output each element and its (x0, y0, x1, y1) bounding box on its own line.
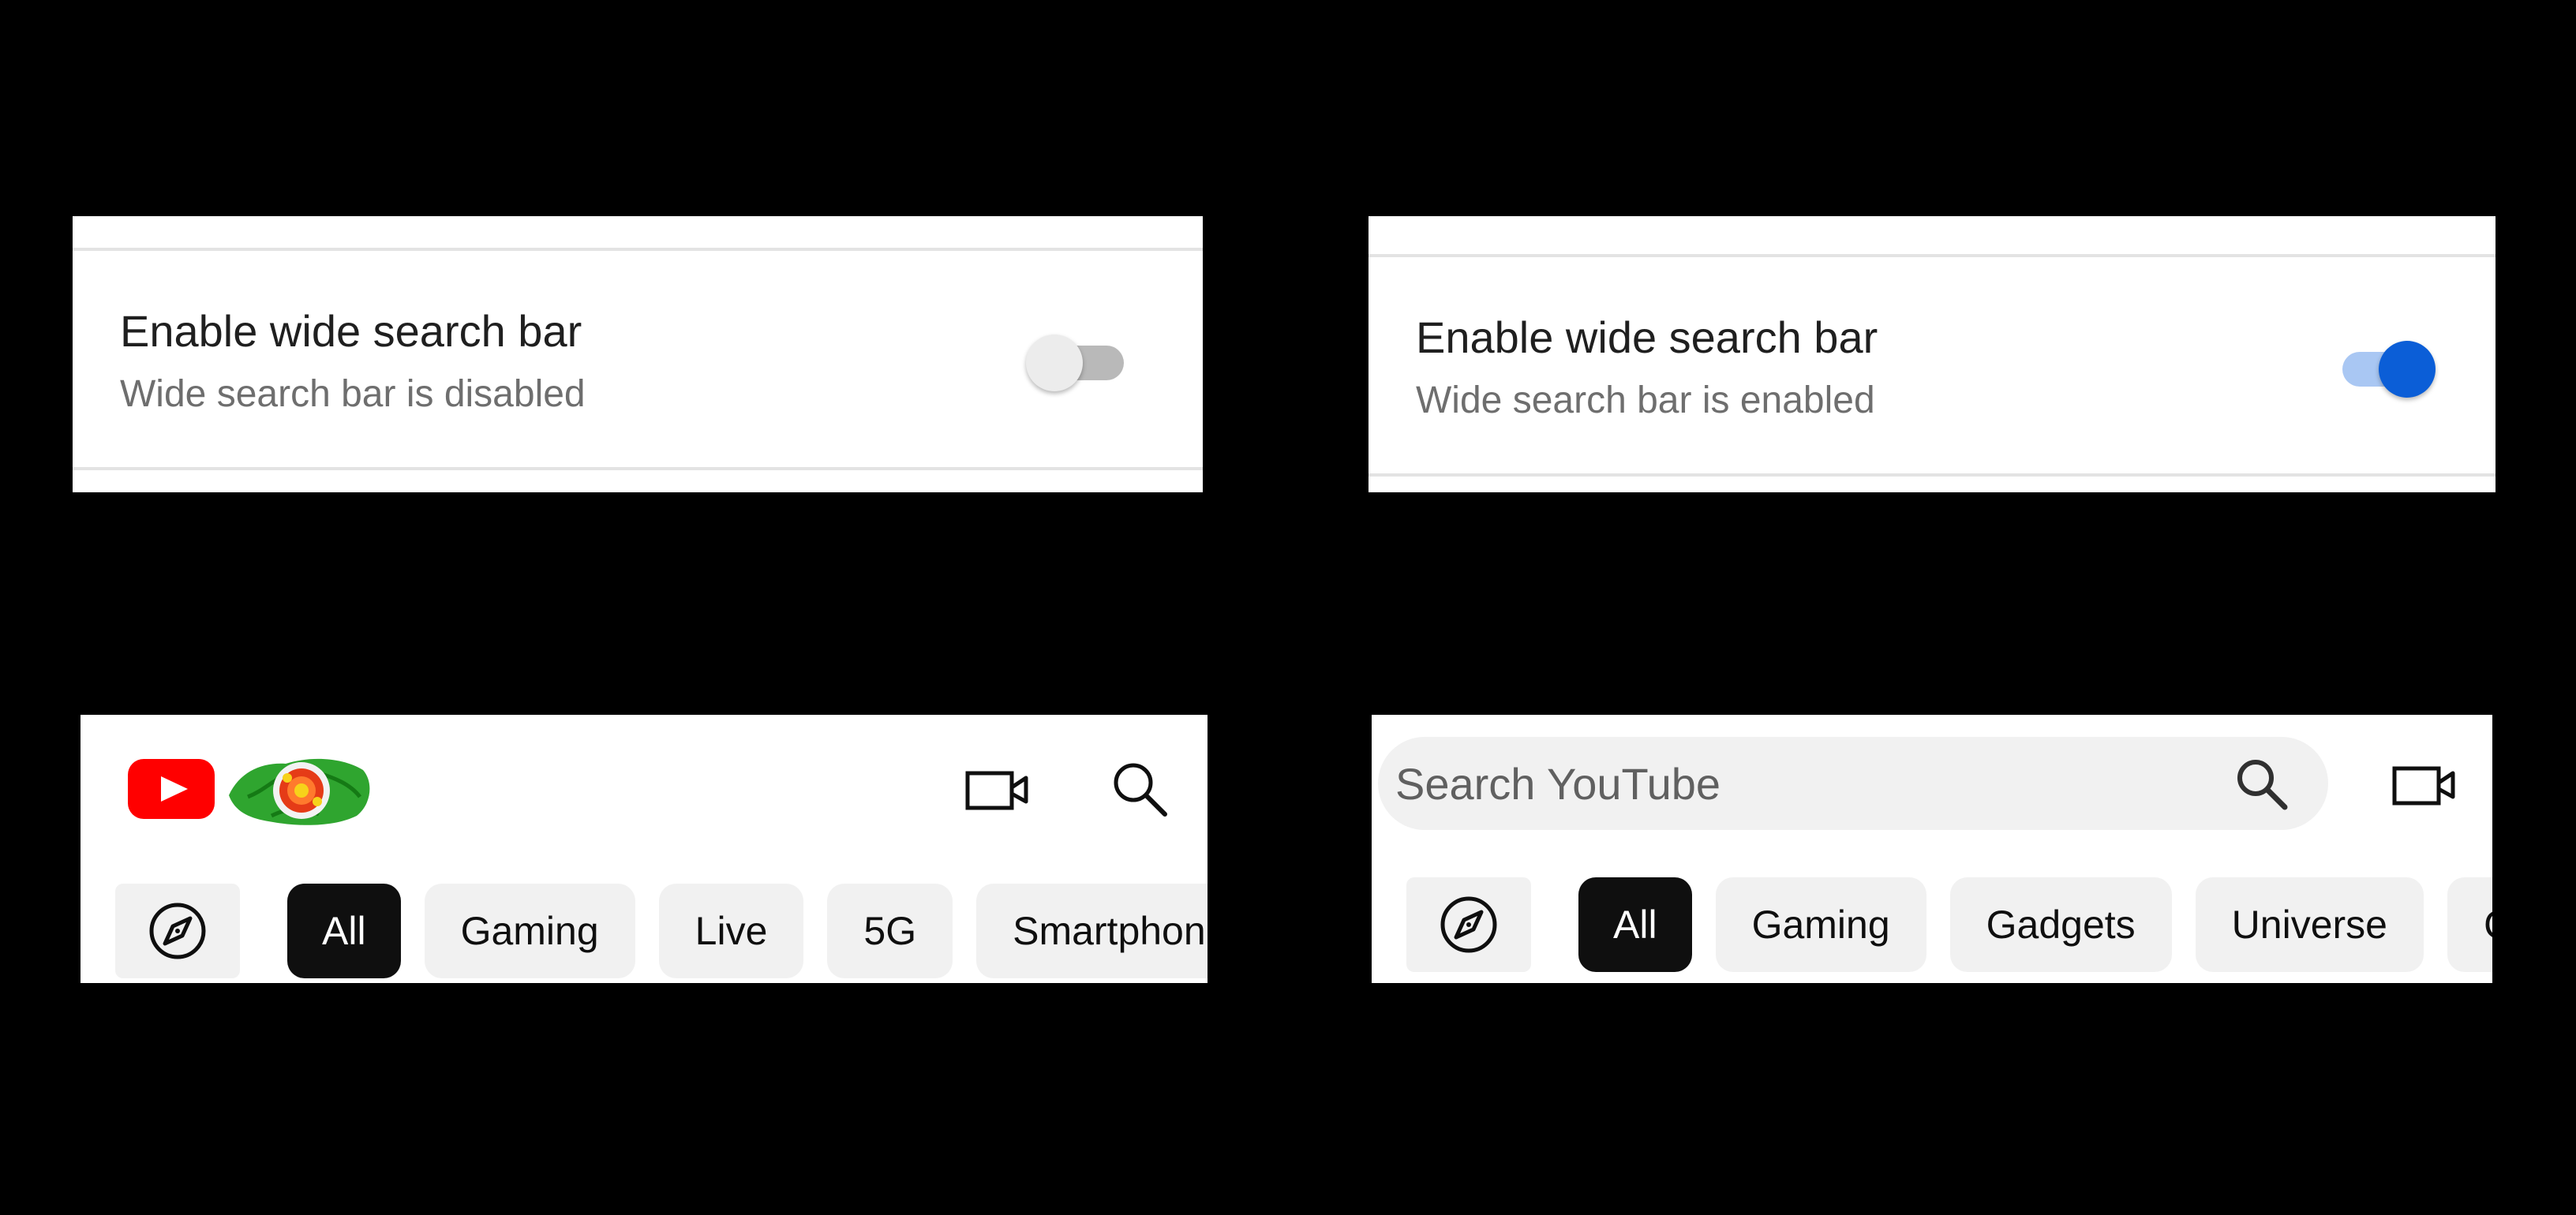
chip-bar: All Gaming Live 5G Smartphon (115, 884, 1208, 978)
youtube-logo-icon[interactable] (128, 759, 215, 819)
chip-smartphones[interactable]: Smartphon (976, 884, 1208, 978)
settings-panel-enabled: Enable wide search bar Wide search bar i… (1368, 216, 2496, 492)
chip-all[interactable]: All (287, 884, 401, 978)
wide-search-bar[interactable]: Search YouTube (1378, 737, 2328, 830)
chip-gaming[interactable]: Gaming (1715, 877, 1926, 972)
search-icon (2237, 760, 2288, 810)
wide-search-toggle-on[interactable] (2333, 333, 2436, 398)
video-camera-icon (965, 771, 1028, 810)
setting-summary: Wide search bar is enabled (1416, 379, 1875, 421)
chip-all[interactable]: All (1578, 877, 1692, 972)
top-divider (1368, 254, 2496, 257)
top-divider (73, 248, 1203, 251)
chip-5g[interactable]: 5G (827, 884, 953, 978)
bottom-divider (1368, 473, 2496, 477)
explore-compass-icon (149, 903, 206, 959)
create-video-button[interactable] (960, 757, 1035, 821)
chip-gadgets[interactable]: Gadgets (1949, 877, 2172, 972)
setting-summary: Wide search bar is disabled (120, 373, 586, 415)
settings-panel-disabled: Enable wide search bar Wide search bar i… (73, 216, 1203, 492)
chip-partial[interactable]: C (2447, 877, 2492, 972)
doodle-icon[interactable] (224, 750, 374, 828)
search-button[interactable] (2232, 754, 2292, 814)
youtube-header-narrow: All Gaming Live 5G Smartphon (80, 715, 1208, 983)
chip-gaming[interactable]: Gaming (424, 884, 635, 978)
bottom-divider (73, 467, 1203, 470)
create-video-button[interactable] (2387, 753, 2462, 816)
setting-title: Enable wide search bar (120, 306, 582, 356)
explore-compass-icon (1440, 896, 1497, 953)
explore-button[interactable] (115, 884, 240, 978)
chip-universe[interactable]: Universe (2195, 877, 2424, 972)
explore-button[interactable] (1406, 877, 1531, 972)
chip-live[interactable]: Live (658, 884, 804, 978)
video-camera-icon (2392, 766, 2455, 806)
search-icon (1114, 763, 1167, 817)
wide-search-toggle-off[interactable] (1026, 327, 1129, 391)
setting-title: Enable wide search bar (1416, 312, 1878, 362)
search-button[interactable] (1103, 753, 1176, 825)
youtube-header-wide: Search YouTube All Gaming Gadgets Univer… (1372, 715, 2492, 983)
search-placeholder: Search YouTube (1395, 759, 1721, 809)
toggle-thumb (1026, 335, 1083, 391)
toggle-thumb (2379, 341, 2436, 398)
chip-bar: All Gaming Gadgets Universe C (1406, 877, 2492, 972)
